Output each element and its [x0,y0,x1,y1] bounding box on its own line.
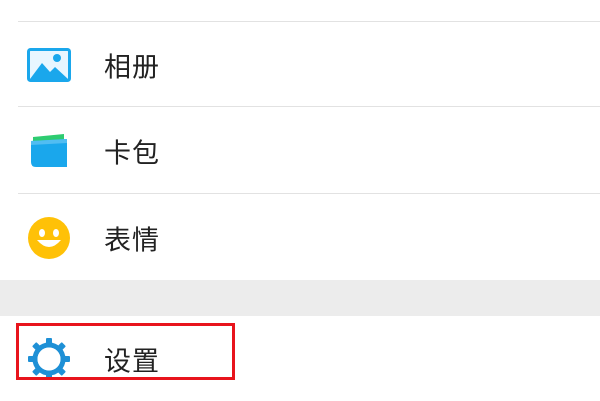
emoji-smile-icon [25,214,73,262]
menu-item-label: 设置 [104,346,160,377]
divider [18,193,600,194]
menu-item-label: 表情 [104,225,160,256]
section-gap [0,280,600,316]
menu-item-settings[interactable]: 设置 [0,316,600,401]
menu-item-card-wallet[interactable]: 卡包 [0,108,600,193]
divider [18,106,600,107]
settings-gear-icon [25,335,73,383]
menu-item-label: 卡包 [104,138,160,169]
menu-item-album[interactable]: 相册 [0,22,600,107]
settings-menu-screen: 相册 卡包 表情 设置 [0,0,600,400]
menu-item-emoji[interactable]: 表情 [0,195,600,280]
menu-item-label: 相册 [104,52,160,83]
card-wallet-icon [25,127,73,175]
photo-album-icon [25,41,73,89]
